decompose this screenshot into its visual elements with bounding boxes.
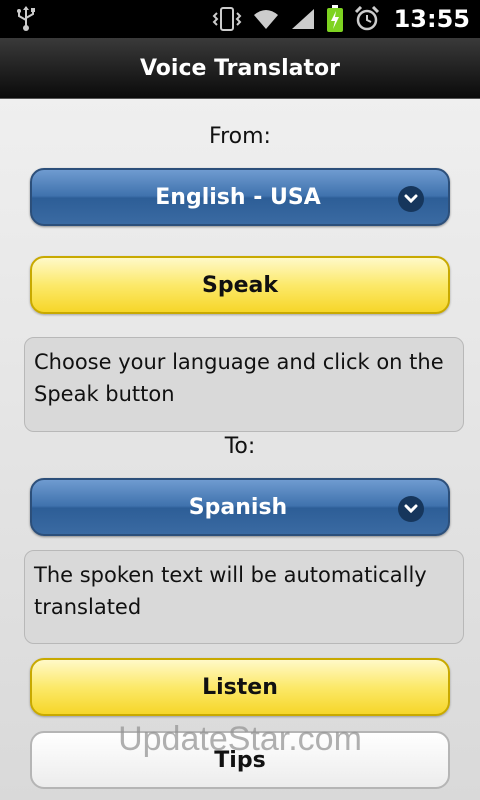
usb-icon <box>17 6 35 31</box>
listen-button[interactable]: Listen <box>30 658 450 716</box>
title-bar: Voice Translator <box>0 38 480 99</box>
from-language-value: English - USA <box>155 184 321 210</box>
translated-text-box[interactable]: The spoken text will be automatically tr… <box>24 550 464 644</box>
vibrate-icon <box>212 7 242 31</box>
app-title: Voice Translator <box>139 55 340 81</box>
status-bar: 13:55 <box>0 0 480 38</box>
battery-charging-icon <box>326 5 343 32</box>
to-language-value: Spanish <box>188 494 288 520</box>
chevron-down-icon <box>398 186 424 212</box>
chevron-down-icon <box>398 496 424 522</box>
speak-button[interactable]: Speak <box>30 256 450 314</box>
source-text-box[interactable]: Choose your language and click on the Sp… <box>24 337 464 432</box>
status-time: 13:55 <box>393 5 470 33</box>
wifi-icon <box>253 10 278 29</box>
alarm-icon <box>354 6 379 31</box>
from-language-select[interactable]: English - USA <box>30 168 450 226</box>
to-language-select[interactable]: Spanish <box>30 478 450 536</box>
signal-icon <box>291 9 314 29</box>
to-label: To: <box>224 434 256 459</box>
tips-button[interactable]: Tips <box>30 731 450 789</box>
from-label: From: <box>209 124 271 149</box>
